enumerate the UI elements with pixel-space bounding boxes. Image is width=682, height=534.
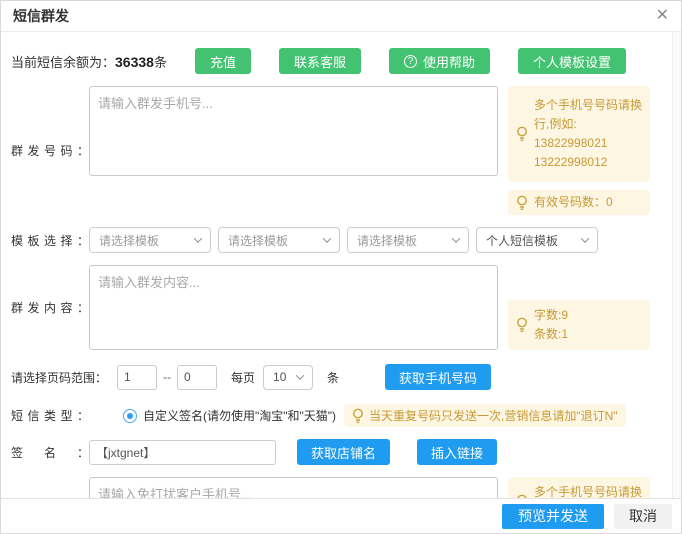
chevron-down-icon [452, 234, 460, 242]
valid-count-text: 有效号码数：0 [534, 193, 613, 212]
preview-and-send-button[interactable]: 预览并发送 [502, 504, 604, 529]
help-button[interactable]: ? 使用帮助 [389, 48, 490, 74]
contact-support-button[interactable]: 联系客服 [279, 48, 361, 74]
balance-prefix: 当前短信余额为： [11, 55, 115, 70]
template-select-2-value: 请选择模板 [228, 232, 288, 249]
titlebar: 短信群发 ✕ [1, 1, 681, 32]
balance-unit: 条 [154, 55, 167, 70]
chevron-down-icon [296, 371, 304, 379]
radio-dot [127, 413, 133, 419]
bulk-numbers-textarea[interactable] [89, 86, 498, 176]
char-count: 字数:9 [534, 308, 568, 322]
bulk-numbers-label: 群发号码： [11, 142, 89, 159]
cancel-button[interactable]: 取消 [614, 504, 672, 529]
lightbulb-icon [516, 317, 528, 333]
dialog-body: 当前短信余额为：36338条 充值 联系客服 ?使用帮助 个人模板设置 群发号码… [1, 32, 681, 534]
vertical-scrollbar[interactable] [672, 32, 681, 498]
count-hint-text: 字数:9 条数:1 [534, 306, 568, 344]
template-settings-label: 个人模板设置 [533, 52, 611, 71]
personal-template-settings-button[interactable]: 个人模板设置 [518, 48, 626, 74]
template-select-3-value: 请选择模板 [357, 232, 417, 249]
custom-signature-radio[interactable] [123, 409, 137, 423]
recharge-button[interactable]: 充值 [195, 48, 251, 74]
template-select-1[interactable]: 请选择模板 [89, 227, 211, 253]
dialog-footer: 预览并发送 取消 [1, 498, 681, 533]
valid-count-box: 有效号码数：0 [508, 190, 650, 215]
balance-row: 当前短信余额为：36338条 充值 联系客服 ? 使用帮助 个人模板设置 [11, 48, 671, 74]
numbers-hints: 多个手机号号码请换行,例如: 13822998021 13222998012 有… [508, 86, 650, 215]
personal-template-select[interactable]: 个人短信模板 [476, 227, 598, 253]
personal-template-select-value: 个人短信模板 [486, 232, 558, 249]
lightbulb-icon [516, 126, 528, 142]
signature-label: 签名： [11, 444, 89, 461]
insert-link-button[interactable]: 插入链接 [417, 439, 497, 465]
template-select-2[interactable]: 请选择模板 [218, 227, 340, 253]
close-icon[interactable]: ✕ [656, 8, 669, 24]
chevron-down-icon [323, 234, 331, 242]
per-page-value: 10 [273, 370, 286, 384]
sms-type-row: 短信类型： 自定义签名(请勿使用"淘宝"和"天猫") 当天重复号码只发送一次,营… [11, 404, 671, 427]
bulk-content-label: 群发内容： [11, 299, 89, 316]
hint-line-2: 13822998021 [534, 136, 607, 150]
signature-input[interactable] [89, 440, 276, 465]
bulk-content-textarea[interactable] [89, 265, 498, 350]
balance-amount: 36338 [115, 54, 154, 70]
page-to-input[interactable] [177, 365, 217, 390]
template-select-label: 模板选择： [11, 232, 89, 249]
duplicate-number-hint: 当天重复号码只发送一次,营销信息请加"退订N" [344, 404, 626, 427]
hint-line-1: 多个手机号号码请换行,例如: [534, 98, 642, 131]
hint-line-3: 13222998012 [534, 155, 607, 169]
content-hints: 字数:9 条数:1 [508, 265, 650, 350]
lightbulb-icon [516, 195, 528, 211]
question-icon: ? [404, 55, 417, 68]
per-page-select[interactable]: 10 [263, 365, 313, 390]
help-label: 使用帮助 [423, 52, 475, 71]
msg-count: 条数:1 [534, 327, 568, 341]
recharge-label: 充值 [210, 52, 236, 71]
page-from-input[interactable] [117, 365, 157, 390]
numbers-hint-text: 多个手机号号码请换行,例如: 13822998021 13222998012 [534, 96, 642, 172]
range-dash: -- [163, 370, 171, 384]
template-select-row: 模板选择： 请选择模板 请选择模板 请选择模板 个人短信模板 [11, 227, 671, 253]
fetch-phone-numbers-button[interactable]: 获取手机号码 [385, 364, 491, 390]
sms-type-label: 短信类型： [11, 407, 89, 424]
per-page-unit: 条 [327, 369, 339, 386]
template-select-1-value: 请选择模板 [99, 232, 159, 249]
dialog-title: 短信群发 [13, 6, 69, 26]
per-page-label: 每页 [231, 369, 255, 386]
page-range-label: 请选择页码范围： [11, 369, 107, 386]
duplicate-number-hint-text: 当天重复号码只发送一次,营销信息请加"退订N" [369, 407, 618, 424]
bulk-content-row: 群发内容： 字数:9 条数:1 [11, 265, 671, 350]
count-hint-box: 字数:9 条数:1 [508, 300, 650, 350]
custom-signature-radio-label: 自定义签名(请勿使用"淘宝"和"天猫") [143, 407, 336, 424]
balance-text: 当前短信余额为：36338条 [11, 52, 167, 71]
numbers-format-hint: 多个手机号号码请换行,例如: 13822998021 13222998012 [508, 86, 650, 182]
template-select-3[interactable]: 请选择模板 [347, 227, 469, 253]
contact-label: 联系客服 [294, 52, 346, 71]
get-shop-name-button[interactable]: 获取店铺名 [297, 439, 390, 465]
chevron-down-icon [194, 234, 202, 242]
bulk-numbers-row: 群发号码： 多个手机号号码请换行,例如: 13822998021 1322299… [11, 86, 671, 215]
lightbulb-icon [352, 408, 364, 424]
signature-row: 签名： 获取店铺名 插入链接 [11, 439, 671, 465]
page-range-row: 请选择页码范围： -- 每页 10 条 获取手机号码 [11, 364, 671, 390]
sms-bulk-send-dialog: 短信群发 ✕ 当前短信余额为：36338条 充值 联系客服 ?使用帮助 个人模板… [0, 0, 682, 534]
chevron-down-icon [581, 234, 589, 242]
